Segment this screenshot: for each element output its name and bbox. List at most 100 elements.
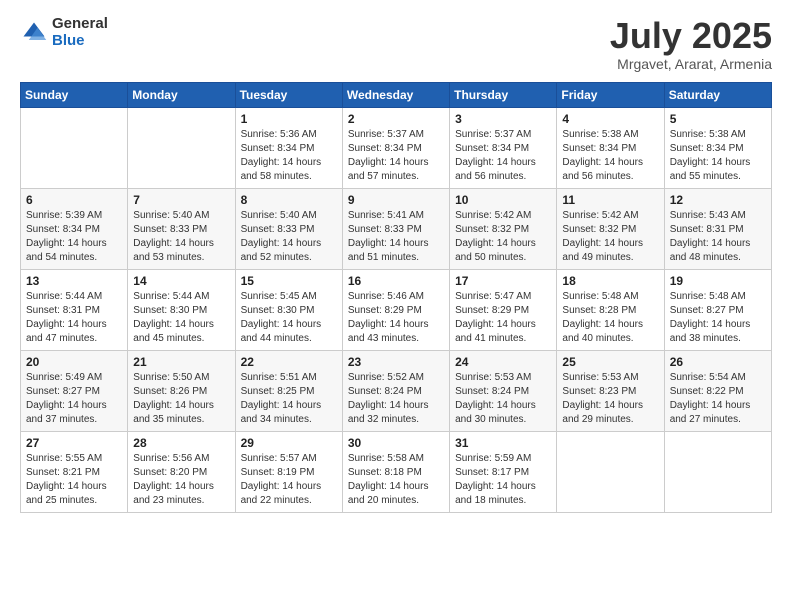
- header: General Blue July 2025 Mrgavet, Ararat, …: [20, 16, 772, 72]
- calendar-week-row: 6 Sunrise: 5:39 AMSunset: 8:34 PMDaylight…: [21, 188, 772, 269]
- weekday-header: Tuesday: [235, 82, 342, 107]
- day-info: Sunrise: 5:47 AMSunset: 8:29 PMDaylight:…: [455, 290, 551, 346]
- calendar-cell: [557, 431, 664, 512]
- calendar-cell: 9Sunrise: 5:41 AMSunset: 8:33 PMDaylight…: [342, 188, 449, 269]
- day-number: 15: [241, 274, 337, 288]
- day-number: 2: [348, 112, 444, 126]
- calendar-week-row: 27Sunrise: 5:55 AMSunset: 8:21 PMDayligh…: [21, 431, 772, 512]
- day-number: 12: [670, 193, 766, 207]
- weekday-header: Saturday: [664, 82, 771, 107]
- day-number: 7: [133, 193, 229, 207]
- day-info: Sunrise: 5:37 AMSunset: 8:34 PMDaylight:…: [455, 128, 551, 184]
- day-number: 4: [562, 112, 658, 126]
- day-number: 11: [562, 193, 658, 207]
- weekday-header: Sunday: [21, 82, 128, 107]
- day-info: Sunrise: 5:38 AMSunset: 8:34 PMDaylight:…: [670, 128, 766, 184]
- day-number: 24: [455, 355, 551, 369]
- day-info: Sunrise: 5:40 AMSunset: 8:33 PMDaylight:…: [133, 209, 229, 265]
- calendar-cell: 21 Sunrise: 5:50 AMSunset: 8:26 PMDayligh…: [128, 350, 235, 431]
- calendar-cell: 14 Sunrise: 5:44 AMSunset: 8:30 PMDayligh…: [128, 269, 235, 350]
- day-number: 27: [26, 436, 122, 450]
- day-number: 29: [241, 436, 337, 450]
- day-number: 23: [348, 355, 444, 369]
- calendar-cell: 22 Sunrise: 5:51 AMSunset: 8:25 PMDayligh…: [235, 350, 342, 431]
- day-number: 8: [241, 193, 337, 207]
- weekday-header: Monday: [128, 82, 235, 107]
- location: Mrgavet, Ararat, Armenia: [610, 56, 772, 72]
- day-number: 25: [562, 355, 658, 369]
- calendar-cell: 31Sunrise: 5:59 AMSunset: 8:17 PMDayligh…: [450, 431, 557, 512]
- logo-text: General Blue: [52, 16, 108, 49]
- day-number: 13: [26, 274, 122, 288]
- day-info: Sunrise: 5:45 AMSunset: 8:30 PMDaylight:…: [241, 290, 337, 346]
- logo: General Blue: [20, 16, 108, 49]
- calendar-cell: 6 Sunrise: 5:39 AMSunset: 8:34 PMDaylight…: [21, 188, 128, 269]
- calendar-cell: 7 Sunrise: 5:40 AMSunset: 8:33 PMDaylight…: [128, 188, 235, 269]
- day-info: Sunrise: 5:39 AMSunset: 8:34 PMDaylight:…: [26, 209, 122, 265]
- calendar-cell: 26Sunrise: 5:54 AMSunset: 8:22 PMDayligh…: [664, 350, 771, 431]
- day-number: 14: [133, 274, 229, 288]
- day-number: 21: [133, 355, 229, 369]
- day-number: 5: [670, 112, 766, 126]
- day-number: 22: [241, 355, 337, 369]
- day-number: 28: [133, 436, 229, 450]
- day-number: 6: [26, 193, 122, 207]
- day-info: Sunrise: 5:44 AMSunset: 8:31 PMDaylight:…: [26, 290, 122, 346]
- calendar-table: SundayMondayTuesdayWednesdayThursdayFrid…: [20, 82, 772, 513]
- title-area: July 2025 Mrgavet, Ararat, Armenia: [610, 16, 772, 72]
- day-info: Sunrise: 5:49 AMSunset: 8:27 PMDaylight:…: [26, 371, 122, 427]
- calendar-cell: 24 Sunrise: 5:53 AMSunset: 8:24 PMDayligh…: [450, 350, 557, 431]
- day-number: 16: [348, 274, 444, 288]
- logo-blue-label: Blue: [52, 33, 108, 50]
- day-info: Sunrise: 5:59 AMSunset: 8:17 PMDaylight:…: [455, 452, 551, 508]
- day-number: 9: [348, 193, 444, 207]
- calendar-cell: 13 Sunrise: 5:44 AMSunset: 8:31 PMDayligh…: [21, 269, 128, 350]
- day-info: Sunrise: 5:51 AMSunset: 8:25 PMDaylight:…: [241, 371, 337, 427]
- calendar-cell: 10 Sunrise: 5:42 AMSunset: 8:32 PMDayligh…: [450, 188, 557, 269]
- calendar-cell: 20 Sunrise: 5:49 AMSunset: 8:27 PMDayligh…: [21, 350, 128, 431]
- day-number: 20: [26, 355, 122, 369]
- calendar-cell: 16 Sunrise: 5:46 AMSunset: 8:29 PMDayligh…: [342, 269, 449, 350]
- day-number: 30: [348, 436, 444, 450]
- day-number: 10: [455, 193, 551, 207]
- calendar-cell: 18Sunrise: 5:48 AMSunset: 8:28 PMDayligh…: [557, 269, 664, 350]
- calendar-cell: [21, 107, 128, 188]
- calendar-cell: 5 Sunrise: 5:38 AMSunset: 8:34 PMDaylight…: [664, 107, 771, 188]
- day-number: 17: [455, 274, 551, 288]
- day-info: Sunrise: 5:36 AMSunset: 8:34 PMDaylight:…: [241, 128, 337, 184]
- calendar-cell: [128, 107, 235, 188]
- day-info: Sunrise: 5:42 AMSunset: 8:32 PMDaylight:…: [455, 209, 551, 265]
- calendar-cell: 28 Sunrise: 5:56 AMSunset: 8:20 PMDayligh…: [128, 431, 235, 512]
- calendar-cell: 29 Sunrise: 5:57 AMSunset: 8:19 PMDayligh…: [235, 431, 342, 512]
- weekday-header: Thursday: [450, 82, 557, 107]
- calendar-cell: 12Sunrise: 5:43 AMSunset: 8:31 PMDayligh…: [664, 188, 771, 269]
- day-info: Sunrise: 5:40 AMSunset: 8:33 PMDaylight:…: [241, 209, 337, 265]
- page: General Blue July 2025 Mrgavet, Ararat, …: [0, 0, 792, 612]
- weekday-header: Wednesday: [342, 82, 449, 107]
- day-info: Sunrise: 5:53 AMSunset: 8:23 PMDaylight:…: [562, 371, 658, 427]
- logo-general-label: General: [52, 16, 108, 33]
- day-info: Sunrise: 5:48 AMSunset: 8:28 PMDaylight:…: [562, 290, 658, 346]
- day-info: Sunrise: 5:52 AMSunset: 8:24 PMDaylight:…: [348, 371, 444, 427]
- day-info: Sunrise: 5:50 AMSunset: 8:26 PMDaylight:…: [133, 371, 229, 427]
- day-number: 26: [670, 355, 766, 369]
- day-info: Sunrise: 5:46 AMSunset: 8:29 PMDaylight:…: [348, 290, 444, 346]
- day-info: Sunrise: 5:48 AMSunset: 8:27 PMDaylight:…: [670, 290, 766, 346]
- calendar-cell: 15 Sunrise: 5:45 AMSunset: 8:30 PMDayligh…: [235, 269, 342, 350]
- calendar-cell: 17 Sunrise: 5:47 AMSunset: 8:29 PMDayligh…: [450, 269, 557, 350]
- calendar-cell: 2Sunrise: 5:37 AMSunset: 8:34 PMDaylight…: [342, 107, 449, 188]
- calendar-cell: 19 Sunrise: 5:48 AMSunset: 8:27 PMDayligh…: [664, 269, 771, 350]
- day-info: Sunrise: 5:56 AMSunset: 8:20 PMDaylight:…: [133, 452, 229, 508]
- day-info: Sunrise: 5:44 AMSunset: 8:30 PMDaylight:…: [133, 290, 229, 346]
- calendar-cell: 4Sunrise: 5:38 AMSunset: 8:34 PMDaylight…: [557, 107, 664, 188]
- calendar-week-row: 1Sunrise: 5:36 AMSunset: 8:34 PMDaylight…: [21, 107, 772, 188]
- day-info: Sunrise: 5:57 AMSunset: 8:19 PMDaylight:…: [241, 452, 337, 508]
- logo-icon: [20, 19, 48, 47]
- day-info: Sunrise: 5:53 AMSunset: 8:24 PMDaylight:…: [455, 371, 551, 427]
- day-info: Sunrise: 5:58 AMSunset: 8:18 PMDaylight:…: [348, 452, 444, 508]
- calendar-cell: 8 Sunrise: 5:40 AMSunset: 8:33 PMDaylight…: [235, 188, 342, 269]
- calendar-week-row: 20 Sunrise: 5:49 AMSunset: 8:27 PMDayligh…: [21, 350, 772, 431]
- calendar-cell: 30 Sunrise: 5:58 AMSunset: 8:18 PMDayligh…: [342, 431, 449, 512]
- weekday-header: Friday: [557, 82, 664, 107]
- day-number: 19: [670, 274, 766, 288]
